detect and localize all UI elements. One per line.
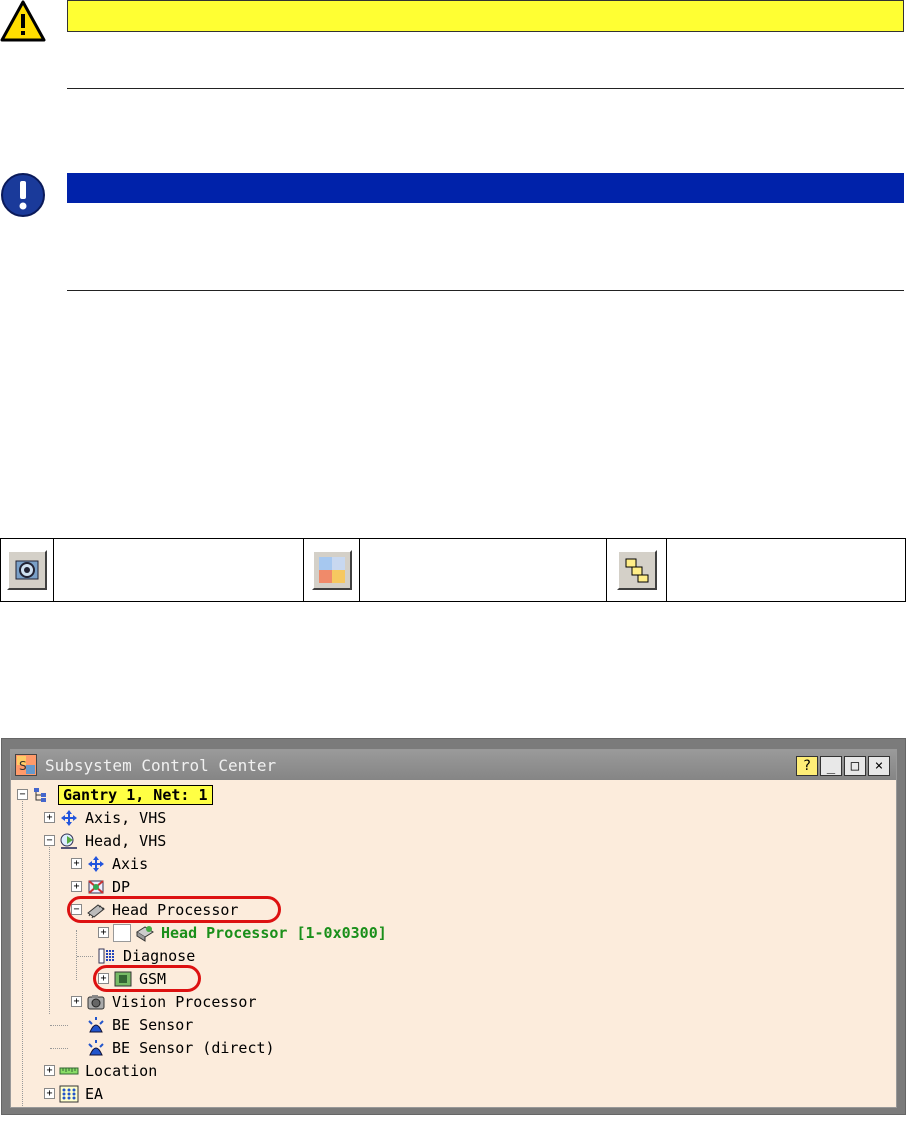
tree-node-ea[interactable]: + EA	[44, 1082, 103, 1105]
tree-node-axis-vhs[interactable]: + Axis, VHS	[44, 806, 166, 829]
tree-node-head-vhs[interactable]: − Head, VHS	[44, 829, 166, 852]
tree-label-axis: Axis	[112, 854, 149, 873]
hierarchy-icon[interactable]	[616, 550, 657, 590]
tree-connector	[50, 1048, 68, 1049]
subsystem-control-center-window: S Subsystem Control Center ? _ □ × − Gan…	[1, 738, 906, 1115]
annotation-oval	[67, 896, 281, 923]
sensor-icon	[86, 1039, 106, 1057]
tree-label-root: Gantry 1, Net: 1	[58, 784, 213, 805]
head-icon	[59, 832, 79, 850]
important-icon	[0, 170, 46, 220]
tree-node-root[interactable]: − Gantry 1, Net: 1	[17, 783, 213, 806]
axis-move-icon	[86, 855, 106, 873]
expand-toggle[interactable]: +	[71, 996, 82, 1007]
tree-connector	[22, 794, 23, 1106]
minimize-button[interactable]: _	[820, 756, 842, 776]
collapse-toggle[interactable]: −	[17, 789, 28, 800]
tree-label-head-processor-device: Head Processor [1-0x0300]	[161, 923, 387, 942]
close-button[interactable]: ×	[868, 756, 890, 776]
tree-node-location[interactable]: + Location	[44, 1059, 157, 1082]
tree-node-axis[interactable]: + Axis	[71, 852, 148, 875]
color-quad-icon[interactable]	[311, 550, 352, 590]
diagnose-icon	[97, 947, 117, 965]
tree-node-be-sensor[interactable]: BE Sensor	[71, 1013, 193, 1036]
collapse-toggle[interactable]: −	[44, 835, 55, 846]
tree-label-vision-processor: Vision Processor	[112, 992, 257, 1011]
tree-node-vision-processor[interactable]: + Vision Processor	[71, 990, 257, 1013]
important-divider	[67, 290, 904, 291]
tree-node-be-sensor-direct[interactable]: BE Sensor (direct)	[71, 1036, 275, 1059]
svg-text:S: S	[19, 759, 27, 773]
window-controls: ? _ □ ×	[796, 756, 890, 776]
window-body: S Subsystem Control Center ? _ □ × − Gan…	[10, 749, 897, 1108]
table-cell	[360, 539, 607, 601]
expand-toggle[interactable]: +	[44, 812, 55, 823]
checkbox-icon[interactable]	[113, 923, 131, 942]
expand-toggle[interactable]: +	[44, 1088, 55, 1099]
tree-label-be-sensor-direct: BE Sensor (direct)	[112, 1038, 275, 1057]
tree-node-head-processor-device[interactable]: + Head Processor [1-0x0300]	[98, 921, 387, 944]
module-gear-icon[interactable]	[7, 550, 47, 590]
tree-label-head-vhs: Head, VHS	[85, 831, 167, 850]
tree-node-dp[interactable]: + DP	[71, 875, 130, 898]
axis-move-icon	[59, 809, 79, 827]
tree-connector	[77, 956, 93, 957]
warning-divider	[67, 88, 904, 89]
tree-label-location: Location	[85, 1061, 158, 1080]
tree-label-axis-vhs: Axis, VHS	[85, 808, 167, 827]
tree-connector	[49, 838, 50, 1014]
window-title: Subsystem Control Center	[45, 755, 277, 775]
tree-connector	[50, 1025, 68, 1026]
title-bar[interactable]: S Subsystem Control Center ? _ □ ×	[11, 750, 896, 780]
subsystem-tree: − Gantry 1, Net: 1 + Axis, VHS − Head, V…	[11, 780, 896, 1107]
maximize-button[interactable]: □	[844, 756, 866, 776]
important-header-bar	[67, 173, 904, 203]
camera-icon	[86, 993, 106, 1011]
annotation-oval	[93, 965, 201, 992]
network-tree-icon	[32, 786, 52, 804]
table-cell	[304, 539, 360, 601]
app-icon: S	[15, 754, 37, 776]
device-icon	[135, 924, 155, 942]
tree-label-ea: EA	[85, 1084, 104, 1103]
expand-toggle[interactable]: +	[71, 858, 82, 869]
expand-toggle[interactable]: +	[44, 1065, 55, 1076]
warning-icon	[0, 0, 46, 42]
location-ruler-icon	[59, 1062, 79, 1080]
warning-header-bar	[67, 0, 904, 32]
table-cell	[607, 539, 667, 601]
toolbar-icon-table	[0, 538, 906, 602]
table-cell	[1, 539, 54, 601]
tree-node-diagnose[interactable]: Diagnose	[97, 944, 195, 967]
expand-toggle[interactable]: +	[71, 881, 82, 892]
tree-label-diagnose: Diagnose	[123, 946, 196, 965]
tree-label-dp: DP	[112, 877, 131, 896]
ea-grid-icon	[59, 1085, 79, 1103]
tree-connector	[76, 930, 77, 980]
table-cell	[54, 539, 304, 601]
table-cell	[667, 539, 905, 601]
help-button[interactable]: ?	[796, 756, 818, 776]
sensor-icon	[86, 1016, 106, 1034]
dp-icon	[86, 878, 106, 896]
expand-toggle[interactable]: +	[98, 927, 109, 938]
tree-label-be-sensor: BE Sensor	[112, 1015, 194, 1034]
